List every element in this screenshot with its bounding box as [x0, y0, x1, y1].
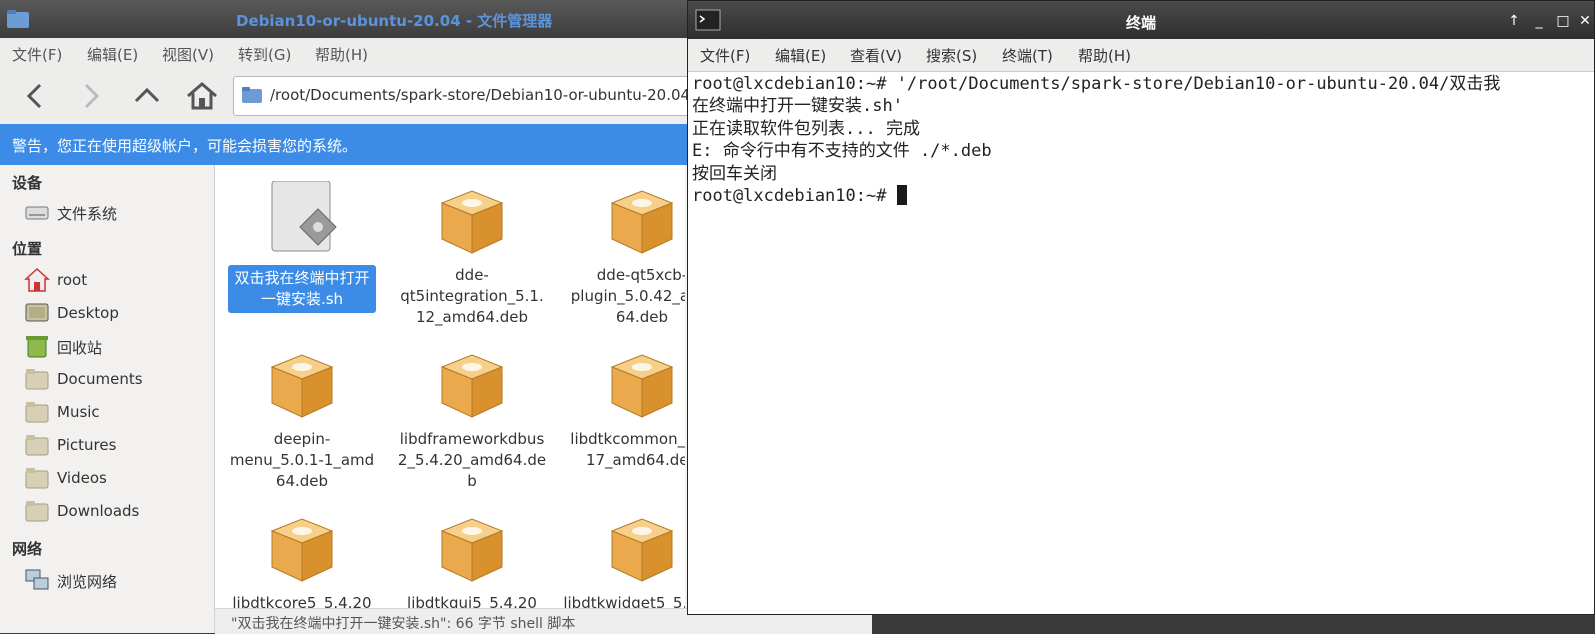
term-menu-edit[interactable]: 编辑(E) — [775, 45, 826, 66]
term-menu-view[interactable]: 查看(V) — [850, 45, 902, 66]
home-button-icon[interactable] — [182, 76, 222, 116]
home-icon — [24, 267, 50, 292]
file-name: libdframeworkdbus 2_5.4.20_amd64.de b — [397, 430, 547, 490]
terminal-titlebar[interactable]: 终端 ↑ _ □ ✕ — [688, 1, 1594, 39]
sidebar-header-devices: 设备 — [12, 174, 43, 192]
desktop-icon — [25, 303, 49, 322]
sidebar-item-label: Pictures — [57, 436, 117, 454]
file-name: libdtkcore5_5.4.20 — [232, 594, 372, 608]
sidebar-header-network: 网络 — [12, 540, 43, 558]
sidebar-item-browse-network[interactable]: 浏览网络 — [22, 565, 212, 595]
sidebar-item-label: 浏览网络 — [57, 573, 118, 591]
folder-documents-icon — [25, 369, 49, 390]
sidebar-item-root[interactable]: root — [22, 265, 212, 295]
warning-text: 警告，您正在使用超级帐户，可能会损害您的系统。 — [12, 137, 358, 155]
package-icon — [610, 354, 674, 418]
terminal-prompt: root@lxcdebian10:~# — [692, 186, 897, 207]
sidebar-item-music[interactable]: Music — [22, 397, 212, 427]
keep-above-icon[interactable]: ↑ — [1503, 10, 1525, 32]
close-icon[interactable]: ✕ — [1574, 10, 1595, 32]
sidebar-item-label: Desktop — [57, 304, 119, 322]
package-icon — [440, 518, 504, 582]
terminal-line: 按回车关闭 — [692, 163, 777, 184]
file-icon-view: 双击我在终端中打开一键安装.sh dde-qt5integration_5.1.… — [215, 165, 685, 608]
terminal-prompt-line: root@lxcdebian10:~# — [692, 185, 1592, 207]
sidebar-item-videos[interactable]: Videos — [22, 463, 212, 493]
script-icon — [271, 181, 337, 252]
sidebar-item-label: root — [57, 271, 88, 289]
folder-music-icon — [25, 402, 49, 423]
terminal-window-title: 终端 — [1125, 14, 1156, 32]
package-icon — [440, 354, 504, 418]
trash-icon — [26, 336, 48, 358]
fm-menu-file[interactable]: 文件(F) — [12, 44, 62, 65]
network-icon — [25, 569, 49, 590]
package-icon — [270, 354, 334, 418]
terminal-output[interactable]: root@lxcdebian10:~# '/root/Documents/spa… — [692, 73, 1592, 613]
fm-menu-view[interactable]: 视图(V) — [162, 44, 214, 65]
sidebar: 设备 文件系统 位置 root Desktop 回收站 Documents Mu… — [0, 165, 215, 633]
folder-icon — [242, 87, 262, 103]
sidebar-item-pictures[interactable]: Pictures — [22, 430, 212, 460]
file-name: 双击我在终端中打开一键安装.sh — [228, 265, 376, 313]
sidebar-item-desktop[interactable]: Desktop — [22, 298, 212, 328]
fm-menu-go[interactable]: 转到(G) — [238, 44, 291, 65]
sidebar-item-trash[interactable]: 回收站 — [22, 331, 212, 361]
folder-downloads-icon — [25, 501, 49, 522]
term-menu-search[interactable]: 搜索(S) — [926, 45, 977, 66]
sidebar-item-documents[interactable]: Documents — [22, 364, 212, 394]
up-icon[interactable] — [127, 76, 167, 116]
minimize-icon[interactable]: _ — [1528, 10, 1550, 32]
fm-menu-help[interactable]: 帮助(H) — [315, 44, 368, 65]
terminal-line: root@lxcdebian10:~# '/root/Documents/spa… — [692, 74, 1501, 94]
folder-videos-icon — [25, 468, 49, 489]
package-icon — [270, 518, 334, 582]
file-name: libdtkwidget5_5.4.20 — [563, 594, 685, 608]
status-text: "双击我在终端中打开一键安装.sh": 66 字节 shell 脚本 — [231, 616, 576, 632]
sidebar-item-label: Downloads — [57, 502, 140, 520]
file-name: libdtkcommon_5.4.17_amd64.deb — [570, 430, 685, 469]
sidebar-item-label: Videos — [57, 469, 107, 487]
terminal-cursor — [896, 185, 907, 206]
sidebar-item-label: Music — [57, 403, 100, 421]
maximize-icon[interactable]: □ — [1552, 10, 1574, 32]
sidebar-item-downloads[interactable]: Downloads — [22, 496, 212, 526]
fm-menu-edit[interactable]: 编辑(E) — [87, 44, 138, 65]
term-menu-help[interactable]: 帮助(H) — [1078, 45, 1131, 66]
package-icon — [440, 190, 504, 254]
file-name: deepin-menu_5.0.1-1_amd 64.deb — [229, 430, 375, 490]
location-path: /root/Documents/spark-store/Debian10-or-… — [270, 86, 691, 104]
folder-app-icon — [7, 10, 29, 28]
file-name: libdtkgui5_5.4.20 — [407, 594, 537, 608]
file-name: dde-qt5integration_5.1. 12_amd64.deb — [400, 266, 544, 326]
terminal-window: 终端 ↑ _ □ ✕ 文件(F) 编辑(E) 查看(V) 搜索(S) 终端(T)… — [687, 0, 1595, 615]
sidebar-item-label: 文件系统 — [57, 205, 118, 223]
term-menu-file[interactable]: 文件(F) — [700, 45, 750, 66]
file-name: dde-qt5xcb-plugin_5.0.42_amd64.deb — [570, 266, 685, 326]
sidebar-header-places: 位置 — [12, 240, 43, 258]
sidebar-item-label: Documents — [57, 370, 143, 388]
terminal-line: 正在读取软件包列表... 完成 — [692, 118, 920, 139]
terminal-line: E: 命令行中有不支持的文件 ./*.deb — [692, 141, 992, 162]
package-icon — [610, 190, 674, 254]
terminal-menubar: 文件(F) 编辑(E) 查看(V) 搜索(S) 终端(T) 帮助(H) — [688, 39, 1594, 72]
forward-icon[interactable] — [70, 76, 110, 116]
term-menu-terminal[interactable]: 终端(T) — [1002, 45, 1053, 66]
fm-window-title: Debian10-or-ubuntu-20.04 - 文件管理器 — [236, 12, 553, 30]
drive-icon — [25, 206, 49, 220]
sidebar-item-label: 回收站 — [57, 339, 103, 357]
folder-pictures-icon — [25, 435, 49, 456]
back-icon[interactable] — [16, 76, 56, 116]
sidebar-item-filesystem[interactable]: 文件系统 — [22, 197, 212, 227]
terminal-line: 在终端中打开一键安装.sh' — [692, 96, 903, 117]
package-icon — [610, 518, 674, 582]
